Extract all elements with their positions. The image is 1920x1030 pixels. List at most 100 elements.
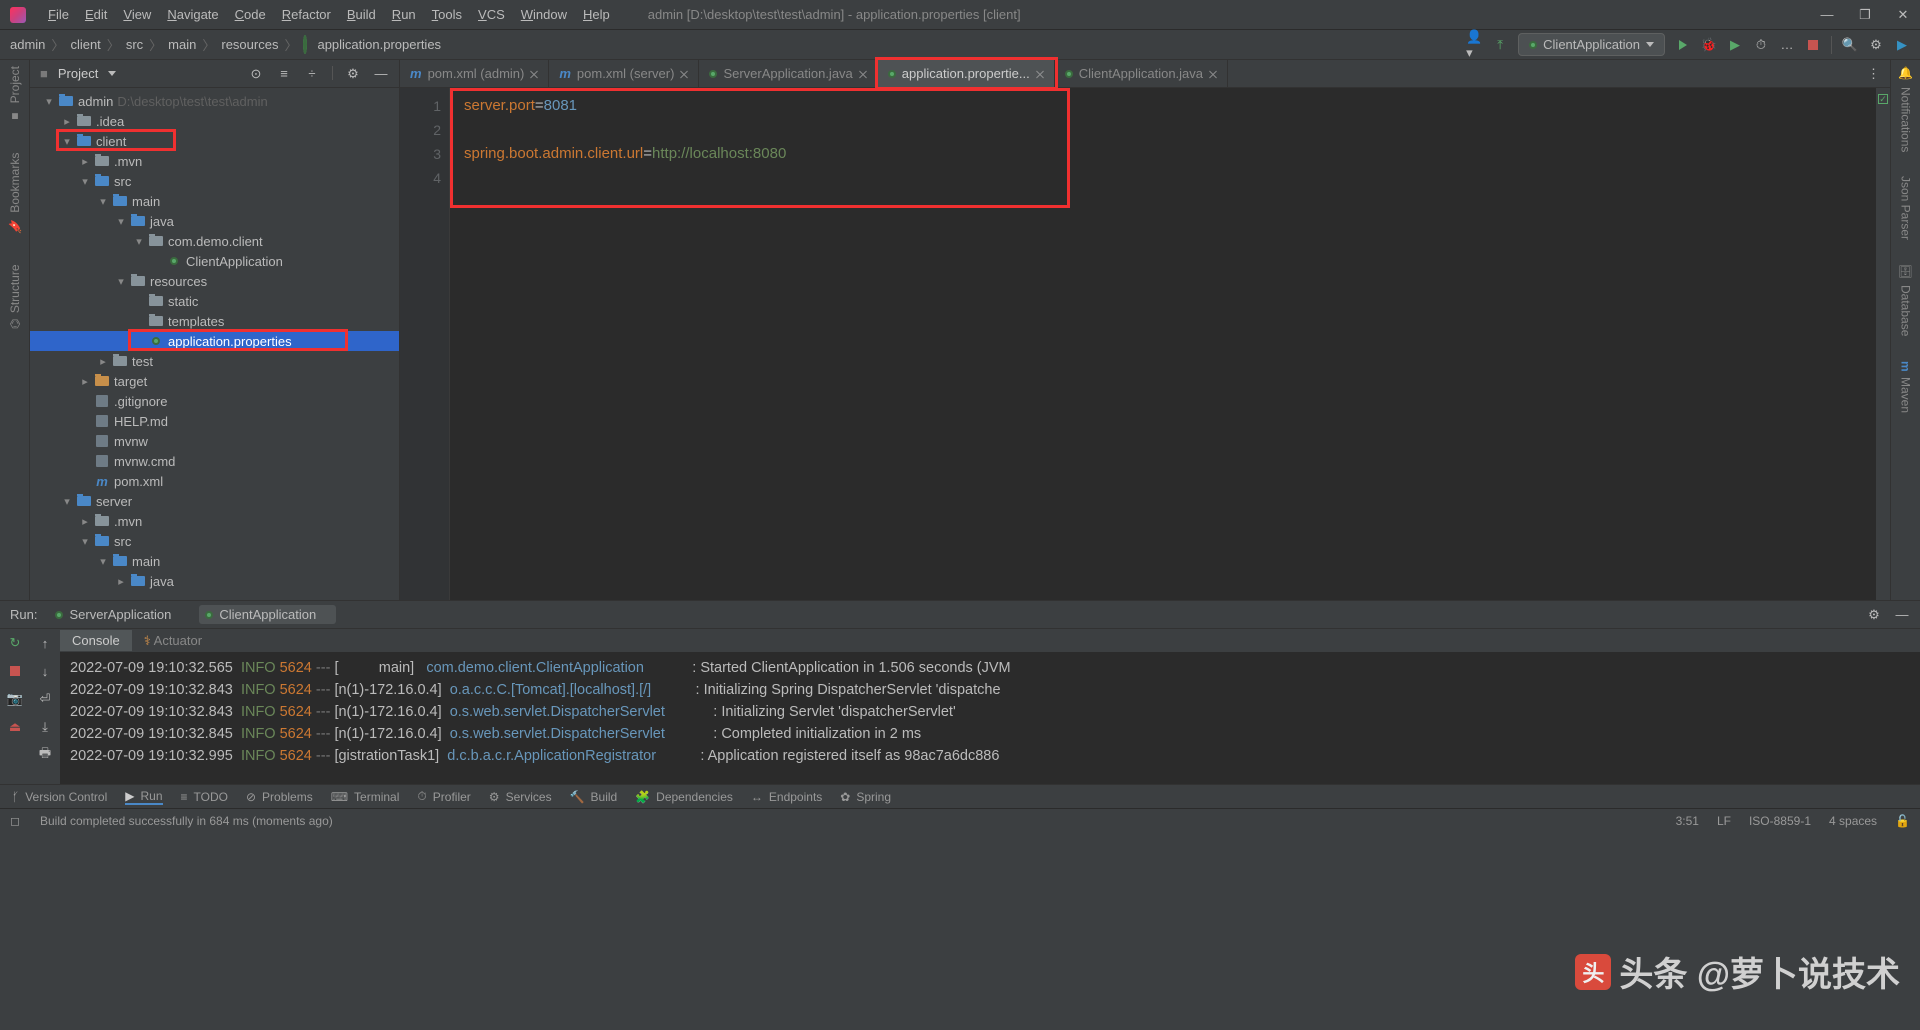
breadcrumb-item[interactable]: client	[70, 37, 100, 52]
gear-icon[interactable]: ⚙	[345, 66, 361, 82]
bottom-tool-endpoints[interactable]: ↔Endpoints	[751, 790, 822, 804]
line-separator[interactable]: LF	[1717, 814, 1731, 828]
settings-icon[interactable]: ⚙	[1868, 37, 1884, 53]
editor-tab[interactable]: application.propertie...	[878, 60, 1055, 87]
breadcrumb-item[interactable]: application.properties	[317, 37, 441, 52]
breadcrumb-item[interactable]: main	[168, 37, 196, 52]
tree-node-static[interactable]: static	[30, 291, 399, 311]
close-tab-icon[interactable]	[1036, 70, 1044, 78]
bottom-tool-profiler[interactable]: ⏱Profiler	[417, 789, 470, 804]
tree-node-mvnw-cmd[interactable]: mvnw.cmd	[30, 451, 399, 471]
exit-icon[interactable]: ⏏	[7, 719, 23, 735]
bottom-tool-services[interactable]: ⚙Services	[489, 790, 552, 804]
up-icon[interactable]: ↑	[37, 635, 53, 651]
indent-info[interactable]: 4 spaces	[1829, 814, 1877, 828]
print-icon[interactable]: 🖶	[37, 747, 53, 763]
tree-node-main[interactable]: ▾main	[30, 191, 399, 211]
editor-tab[interactable]: mpom.xml (server)	[549, 60, 699, 87]
close-icon[interactable]: ✕	[1896, 8, 1910, 22]
caret-position[interactable]: 3:51	[1676, 814, 1699, 828]
coverage-icon[interactable]: ▶	[1727, 37, 1743, 53]
bottom-tool-version-control[interactable]: ᚶVersion Control	[12, 790, 107, 804]
menu-window[interactable]: Window	[513, 3, 575, 26]
readonly-icon[interactable]: 🔓	[1895, 814, 1910, 828]
expand-all-icon[interactable]: ≡	[276, 66, 292, 82]
tool-project[interactable]: ■ Project	[8, 66, 22, 123]
tree-node-ClientApplication[interactable]: ClientApplication	[30, 251, 399, 271]
tree-node-application-properties[interactable]: application.properties	[30, 331, 399, 351]
tool-maven[interactable]: m Maven	[1899, 361, 1913, 414]
run-tab[interactable]: ServerApplication	[49, 605, 191, 624]
breadcrumb-item[interactable]: admin	[10, 37, 45, 52]
close-tab-icon[interactable]	[322, 611, 330, 619]
editor-tab[interactable]: ServerApplication.java	[699, 60, 877, 87]
project-tree[interactable]: ▾admin D:\desktop\test\test\admin▸.idea▾…	[30, 88, 399, 600]
tree-node--idea[interactable]: ▸.idea	[30, 111, 399, 131]
error-stripe[interactable]: ✓	[1876, 88, 1890, 600]
file-encoding[interactable]: ISO-8859-1	[1749, 814, 1811, 828]
bottom-tool-spring[interactable]: ✿Spring	[840, 790, 891, 804]
bottom-tool-problems[interactable]: ⊘Problems	[246, 790, 313, 804]
tree-node-resources[interactable]: ▾resources	[30, 271, 399, 291]
console-output[interactable]: 2022-07-09 19:10:32.565 INFO 5624 --- [ …	[60, 653, 1920, 784]
tree-node-client[interactable]: ▾client	[30, 131, 399, 151]
tree-node--mvn[interactable]: ▸.mvn	[30, 511, 399, 531]
breadcrumb-item[interactable]: resources	[221, 37, 278, 52]
menu-vcs[interactable]: VCS	[470, 3, 513, 26]
collapse-all-icon[interactable]: ÷	[304, 66, 320, 82]
gear-icon[interactable]: ⚙	[1866, 607, 1882, 623]
bottom-tool-terminal[interactable]: ⌨Terminal	[331, 790, 400, 804]
tree-node--gitignore[interactable]: .gitignore	[30, 391, 399, 411]
minimize-icon[interactable]: —	[1820, 8, 1834, 22]
menu-build[interactable]: Build	[339, 3, 384, 26]
stop-icon[interactable]	[1805, 37, 1821, 53]
menu-view[interactable]: View	[115, 3, 159, 26]
attach-icon[interactable]: …	[1779, 37, 1795, 53]
breadcrumb-item[interactable]: src	[126, 37, 143, 52]
code-area[interactable]: 1234 server.port=8081 spring.boot.admin.…	[400, 88, 1890, 600]
wrap-icon[interactable]: ⏎	[37, 691, 53, 707]
subtab-actuator[interactable]: ⚕ Actuator	[132, 630, 214, 652]
tree-node-templates[interactable]: templates	[30, 311, 399, 331]
down-icon[interactable]: ↓	[37, 663, 53, 679]
menu-code[interactable]: Code	[227, 3, 274, 26]
tree-node--mvn[interactable]: ▸.mvn	[30, 151, 399, 171]
stop-icon[interactable]	[7, 663, 23, 679]
bottom-tool-dependencies[interactable]: 🧩Dependencies	[635, 790, 733, 804]
close-tab-icon[interactable]	[177, 611, 185, 619]
tree-node-java[interactable]: ▾java	[30, 211, 399, 231]
tree-node-pom-xml[interactable]: mpom.xml	[30, 471, 399, 491]
tree-node-src[interactable]: ▾src	[30, 171, 399, 191]
run-config-dropdown[interactable]: ClientApplication	[1518, 33, 1665, 56]
menu-tools[interactable]: Tools	[424, 3, 470, 26]
close-tab-icon[interactable]	[530, 70, 538, 78]
tool-notifications[interactable]: 🔔 Notifications	[1899, 66, 1913, 152]
editor-tab[interactable]: ClientApplication.java	[1055, 60, 1228, 87]
scroll-icon[interactable]: ⤓	[37, 719, 53, 735]
learn-icon[interactable]: ▶	[1894, 37, 1910, 53]
bottom-tool-build[interactable]: 🔨Build	[570, 790, 618, 804]
subtab-console[interactable]: Console	[60, 630, 132, 651]
camera-icon[interactable]: 📷	[7, 691, 23, 707]
hide-icon[interactable]: —	[373, 66, 389, 82]
menu-help[interactable]: Help	[575, 3, 618, 26]
editor-tab[interactable]: mpom.xml (admin)	[400, 60, 549, 87]
chevron-down-icon[interactable]	[108, 71, 116, 76]
tree-node-test[interactable]: ▸test	[30, 351, 399, 371]
run-tab[interactable]: ClientApplication	[199, 605, 336, 624]
tree-node-com-demo-client[interactable]: ▾com.demo.client	[30, 231, 399, 251]
user-icon[interactable]: 👤▾	[1466, 37, 1482, 53]
tree-node-src[interactable]: ▾src	[30, 531, 399, 551]
rerun-icon[interactable]: ↻	[7, 635, 23, 651]
tool-database[interactable]: 🗄 Database	[1899, 264, 1913, 337]
menu-refactor[interactable]: Refactor	[274, 3, 339, 26]
menu-file[interactable]: File	[40, 3, 77, 26]
close-tab-icon[interactable]	[859, 70, 867, 78]
tree-node-HELP-md[interactable]: HELP.md	[30, 411, 399, 431]
locate-icon[interactable]: ⊙	[248, 66, 264, 82]
tool-bookmarks[interactable]: 🔖 Bookmarks	[8, 153, 22, 234]
close-tab-icon[interactable]	[1209, 70, 1217, 78]
bottom-tool-run[interactable]: ▶Run	[125, 789, 162, 805]
run-icon[interactable]	[1675, 37, 1691, 53]
menu-edit[interactable]: Edit	[77, 3, 115, 26]
